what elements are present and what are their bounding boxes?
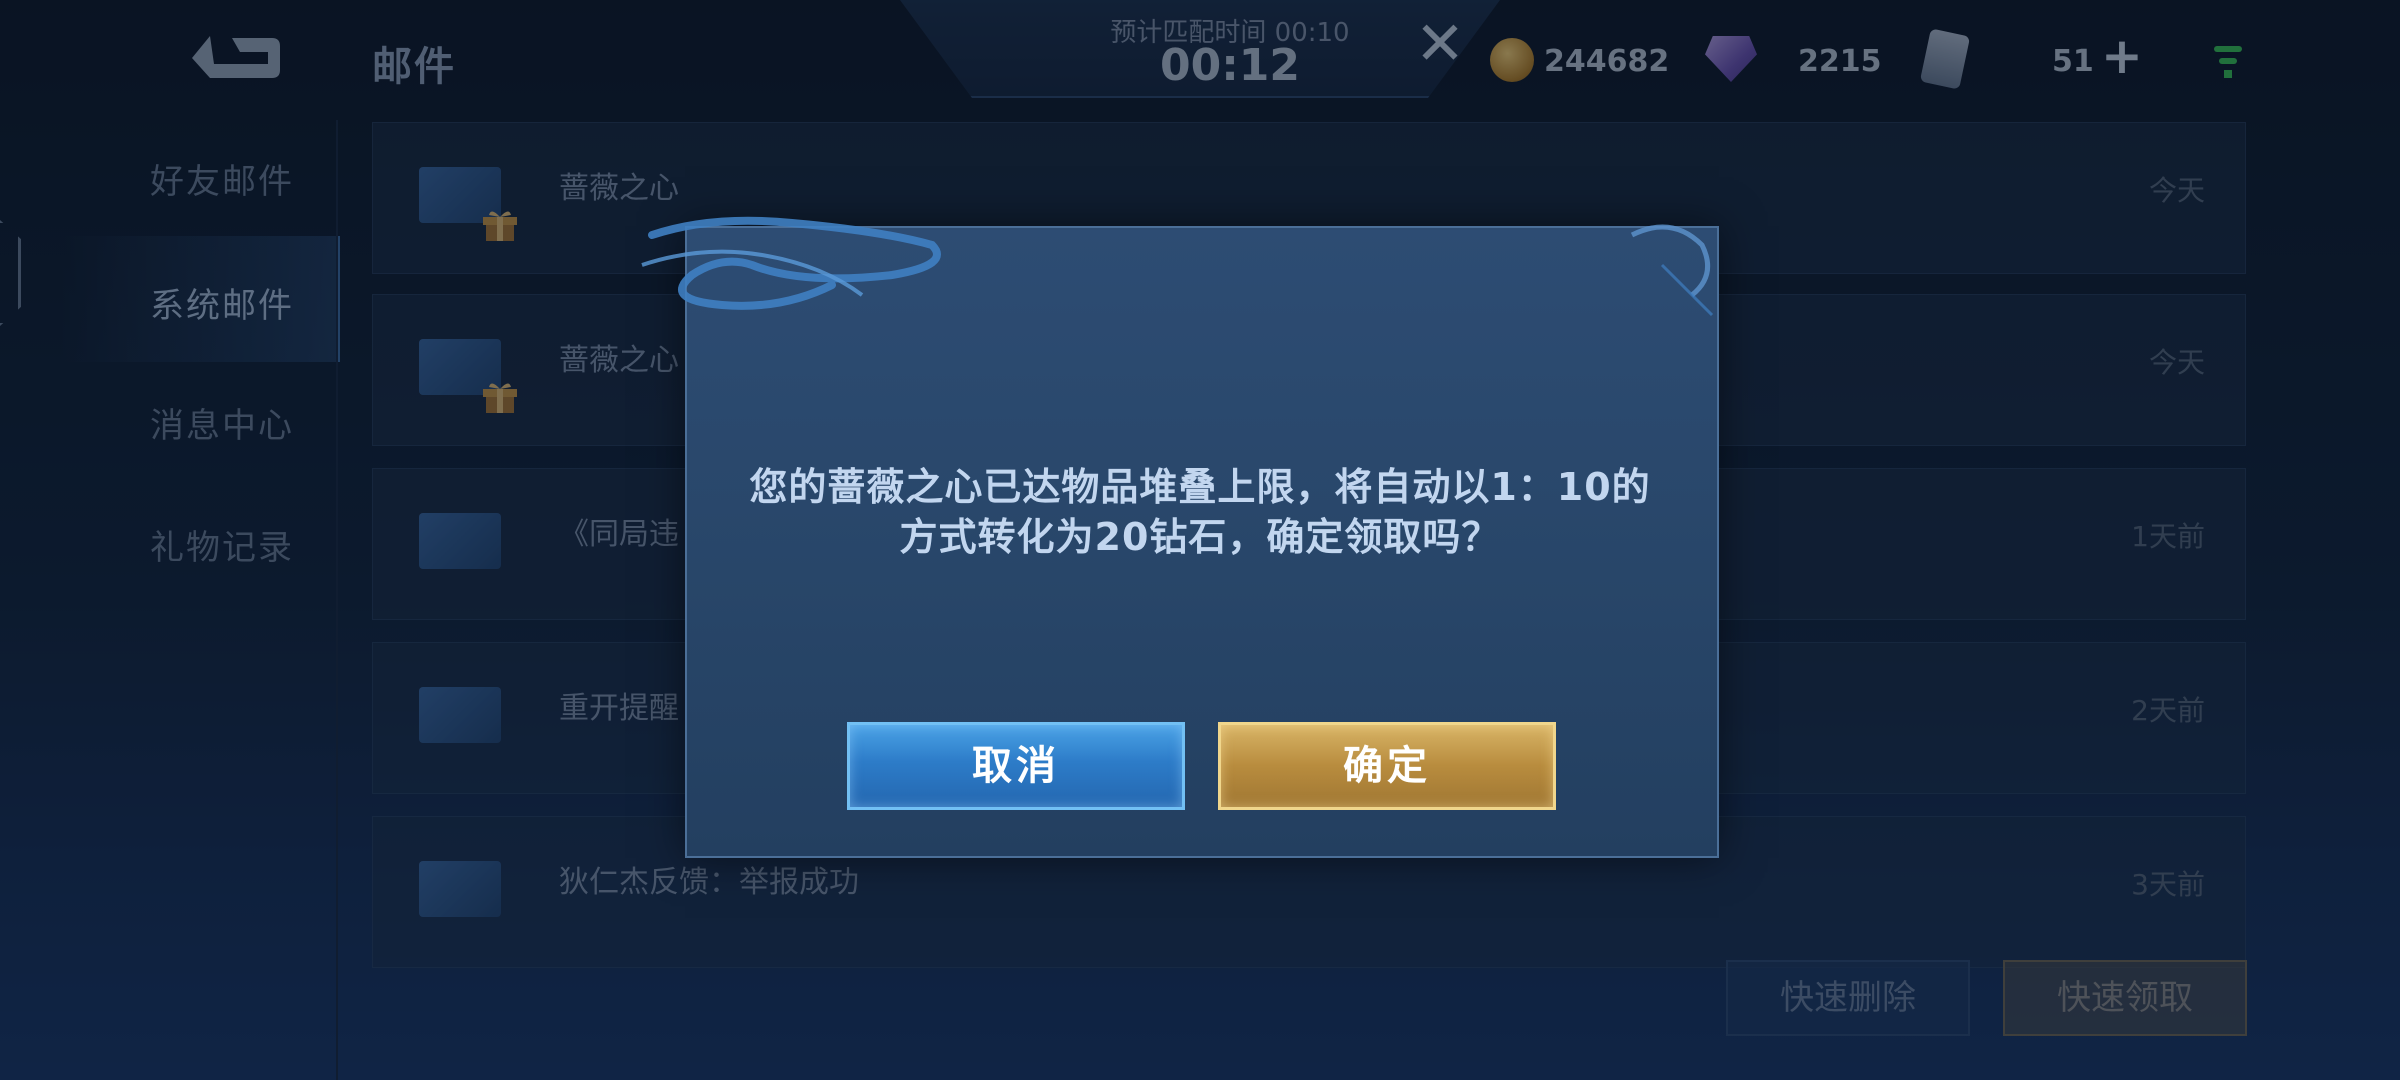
confirm-button[interactable]: 确定 — [1218, 722, 1556, 810]
dialog-message: 您的蔷薇之心已达物品堆叠上限，将自动以1：10的 方式转化为20钻石，确定领取吗… — [720, 462, 1680, 562]
dialog-message-line1: 您的蔷薇之心已达物品堆叠上限，将自动以1：10的 — [749, 465, 1651, 509]
dialog-message-line2: 方式转化为20钻石，确定领取吗？ — [899, 515, 1501, 559]
dialog-decoration — [641, 216, 1714, 317]
cancel-button[interactable]: 取消 — [847, 722, 1185, 810]
